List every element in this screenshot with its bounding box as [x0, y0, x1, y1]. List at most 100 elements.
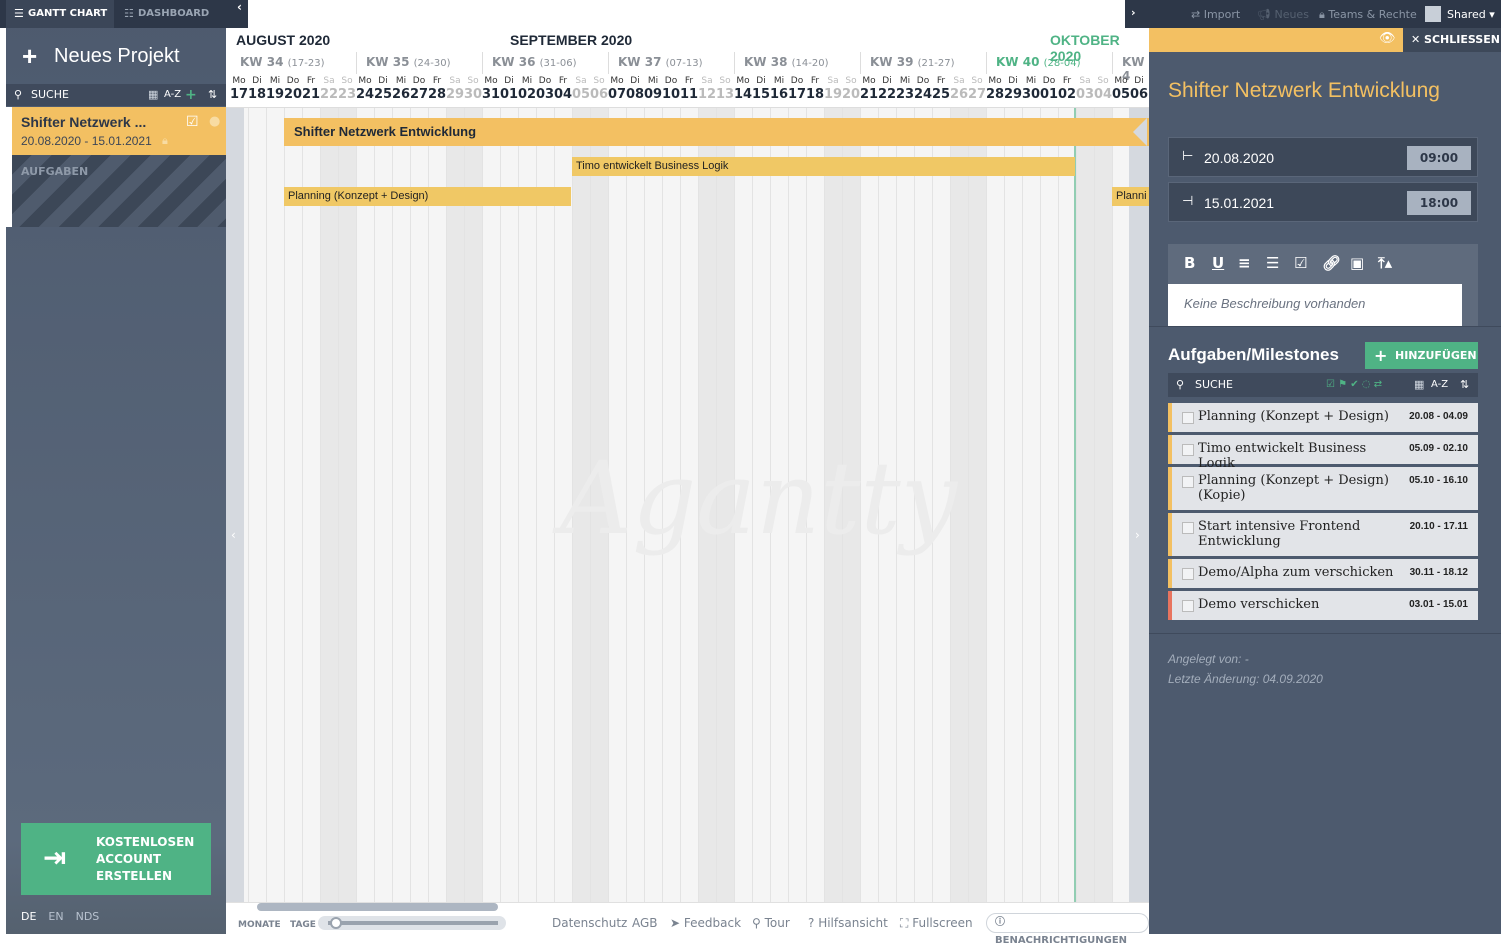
- task-row[interactable]: Demo verschicken 03.01 - 15.01: [1168, 591, 1478, 620]
- task-checkbox[interactable]: [1182, 600, 1194, 612]
- project-search-bar[interactable]: ⚲ SUCHE ▦ A-Z + ⇅: [6, 84, 226, 106]
- tasks-label: AUFGABEN: [21, 165, 89, 178]
- add-project-icon[interactable]: +: [185, 84, 197, 106]
- day-column-header: Di 22: [878, 76, 897, 102]
- link-icon[interactable]: 🔗︎: [1322, 254, 1341, 272]
- chevron-right-icon[interactable]: ›: [1135, 528, 1140, 542]
- week-label: KW 39 (21-27): [870, 55, 955, 69]
- collapse-sidebar-icon[interactable]: ‹: [237, 0, 242, 14]
- terms-link[interactable]: AGB: [632, 916, 658, 930]
- day-gridline: [338, 108, 339, 902]
- task-checkbox[interactable]: [1182, 522, 1194, 534]
- checkbox-icon[interactable]: ☑: [186, 114, 199, 130]
- close-button[interactable]: ✕ SCHLIESSEN: [1403, 28, 1501, 52]
- news-button[interactable]: 📢︎ Neues: [1257, 8, 1309, 21]
- day-gridline: [302, 108, 303, 902]
- day-column-header: Mi 26: [392, 76, 411, 102]
- end-date[interactable]: 15.01.2021: [1204, 195, 1274, 211]
- help-view-link[interactable]: ? Hilfsansicht: [808, 916, 888, 930]
- end-date-field[interactable]: ⊣ 15.01.2021 18:00: [1168, 182, 1478, 222]
- horizontal-scrollbar[interactable]: [257, 903, 498, 911]
- day-column-header: Mi 09: [644, 76, 663, 102]
- privacy-link[interactable]: Datenschutz: [552, 916, 627, 930]
- task-row[interactable]: Timo entwickelt Business Logik 05.09 - 02…: [1168, 435, 1478, 471]
- project-item[interactable]: Shifter Netzwerk ... 20.08.2020 - 15.01.…: [12, 107, 226, 155]
- checklist-icon[interactable]: ☑: [1294, 254, 1307, 272]
- task-row[interactable]: Demo/Alpha zum verschicken 30.11 - 18.12: [1168, 559, 1478, 588]
- scroll-left-strip[interactable]: ‹: [226, 108, 244, 902]
- add-task-button[interactable]: + HINZUFÜGEN: [1365, 342, 1478, 369]
- start-time[interactable]: 09:00: [1407, 146, 1471, 170]
- start-date-field[interactable]: ⊢ 20.08.2020 09:00: [1168, 137, 1478, 177]
- task-checkbox[interactable]: [1182, 444, 1194, 456]
- zoom-months[interactable]: MONATE: [238, 920, 281, 930]
- filter-icons[interactable]: ☑ ⚑ ✔ ◌ ⇄: [1326, 373, 1382, 397]
- task-search-bar[interactable]: ⚲ SUCHE ☑ ⚑ ✔ ◌ ⇄ ▦ A-Z ⇅: [1168, 373, 1478, 397]
- chevron-left-icon[interactable]: ‹: [231, 528, 236, 542]
- tab-dashboard[interactable]: ☷ DASHBOARD: [116, 0, 224, 28]
- calendar-icon[interactable]: ▦: [148, 84, 158, 106]
- lang-nds[interactable]: NDS: [76, 910, 100, 923]
- task-row[interactable]: Planning (Konzept + Design) (Kopie) 05.10…: [1168, 467, 1478, 510]
- day-gridline: [536, 108, 537, 902]
- zoom-handle[interactable]: [330, 917, 342, 929]
- tab-gantt-chart[interactable]: ☰ GANTT CHART: [6, 0, 114, 28]
- send-icon: ➤: [670, 916, 684, 930]
- notifications-button[interactable]: ⓘ BENACHRICHTIGUNGEN: [986, 913, 1149, 946]
- lang-de[interactable]: DE: [21, 910, 36, 923]
- shared-dropdown[interactable]: Shared ▾: [1447, 8, 1495, 21]
- plus-icon: +: [22, 41, 38, 71]
- scroll-right-strip[interactable]: ›: [1129, 108, 1149, 902]
- task-checkbox[interactable]: [1182, 476, 1194, 488]
- day-gridline: [500, 108, 501, 902]
- task-bar[interactable]: Planning (Konzept + Design): [284, 187, 571, 206]
- sort-az-button[interactable]: A-Z: [1431, 373, 1448, 397]
- sort-az-button[interactable]: A-Z: [164, 84, 181, 106]
- project-bar[interactable]: Shifter Netzwerk Entwicklung: [284, 118, 1149, 146]
- week-label: KW 38 (14-20): [744, 55, 829, 69]
- day-column-header: So 30: [464, 76, 483, 102]
- description-input[interactable]: Keine Beschreibung vorhanden: [1168, 284, 1462, 326]
- sort-order-icon[interactable]: ⇅: [1460, 373, 1469, 397]
- day-column-header: So 13: [716, 76, 735, 102]
- tour-link[interactable]: ⚲ Tour: [752, 916, 790, 930]
- day-gridline: [446, 108, 447, 902]
- user-icon[interactable]: ●: [209, 114, 220, 129]
- new-project-button[interactable]: + Neues Projekt: [6, 40, 226, 72]
- plus-icon: +: [1374, 346, 1388, 365]
- ordered-list-icon[interactable]: ≡: [1238, 254, 1251, 272]
- lang-en[interactable]: EN: [48, 910, 63, 923]
- bold-icon[interactable]: B: [1184, 254, 1195, 272]
- avatar[interactable]: [1425, 6, 1441, 22]
- expand-panel-icon[interactable]: ›: [1131, 6, 1136, 19]
- task-checkbox[interactable]: [1182, 412, 1194, 424]
- end-time[interactable]: 18:00: [1407, 191, 1471, 215]
- project-dates: 20.08.2020 - 15.01.2021: [21, 134, 152, 148]
- zoom-days[interactable]: TAGE: [290, 920, 316, 930]
- start-date[interactable]: 20.08.2020: [1204, 150, 1274, 166]
- eye-icon[interactable]: 👁︎: [1379, 31, 1396, 46]
- import-button[interactable]: ⇄ Import: [1191, 8, 1240, 21]
- fullscreen-link[interactable]: ⛶ Fullscreen: [900, 916, 973, 931]
- day-column-header: Di 01: [500, 76, 519, 102]
- task-bar[interactable]: Timo entwickelt Business Logik: [572, 157, 1075, 176]
- feedback-link[interactable]: ➤ Feedback: [670, 916, 741, 930]
- day-header: Mo 17 Di 18 Mi 19 Do 20 Fr 21 Sa 22 So 23 Mo 24 Di 25 Mi 26…: [226, 74, 1149, 108]
- underline-icon[interactable]: U: [1212, 254, 1224, 272]
- sort-order-icon[interactable]: ⇅: [208, 84, 217, 106]
- panel-title[interactable]: Shifter Netzwerk Entwicklung: [1168, 78, 1488, 104]
- task-row[interactable]: Start intensive Frontend Entwicklung 20.1…: [1168, 513, 1478, 556]
- day-column-header: Mi 30: [1022, 76, 1041, 102]
- create-account-button[interactable]: ⇥ KOSTENLOSEN ACCOUNT ERSTELLEN: [21, 823, 211, 895]
- save-icon[interactable]: ▣: [1350, 254, 1364, 272]
- day-column-header: Mi 23: [896, 76, 915, 102]
- task-bar[interactable]: Planni: [1112, 187, 1149, 206]
- task-checkbox[interactable]: [1182, 568, 1194, 580]
- upload-icon[interactable]: ⤒▴: [1378, 254, 1392, 272]
- calendar-icon[interactable]: ▦: [1414, 373, 1424, 397]
- bullet-list-icon[interactable]: ☰: [1266, 254, 1279, 272]
- teams-button[interactable]: 🔒︎ Teams & Rechte: [1319, 8, 1417, 22]
- task-row[interactable]: Planning (Konzept + Design) 20.08 - 04.09: [1168, 403, 1478, 432]
- day-column-header: Sa 05: [572, 76, 591, 102]
- week-label: KW 40 (28-04): [996, 55, 1081, 69]
